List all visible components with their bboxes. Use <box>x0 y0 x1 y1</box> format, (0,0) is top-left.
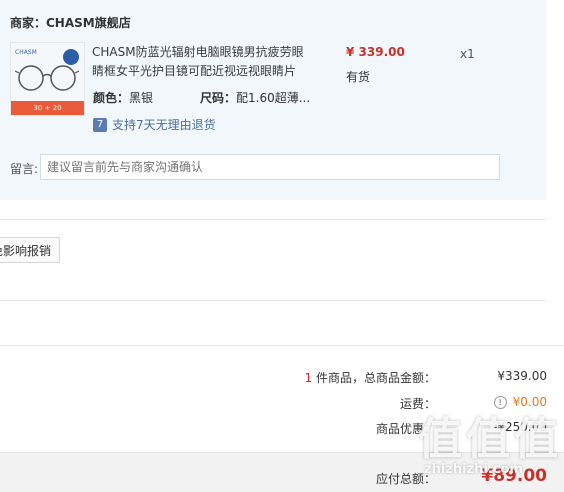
unit-price: ¥ 339.00 <box>346 45 405 59</box>
invoice-button-label: 免影响报销 <box>0 243 52 258</box>
seven-day-return-icon: 7 <box>93 117 107 132</box>
goods-count-line: 1 件商品，总商品金额： <box>305 369 436 386</box>
thumbnail-brand: CHASM <box>15 49 37 56</box>
thumbnail-promo: 30 ÷ 20 <box>11 101 84 115</box>
product-thumbnail[interactable]: CHASM 30 ÷ 20 <box>10 42 85 116</box>
stock-status: 有货 <box>346 70 371 84</box>
divider <box>0 345 564 346</box>
watermark-logo: 值值值 <box>418 414 562 465</box>
divider <box>0 300 546 301</box>
message-input[interactable] <box>40 154 500 180</box>
quantity: x1 <box>460 47 475 61</box>
divider <box>0 219 546 220</box>
color-key: 颜色： <box>93 91 130 105</box>
return-policy[interactable]: 7 支持7天无理由退货 <box>93 116 216 133</box>
return-policy-text: 支持7天无理由退货 <box>112 118 216 132</box>
size-value: 配1.60超薄... <box>236 91 311 105</box>
eyeglasses-icon <box>15 65 79 91</box>
product-title[interactable]: CHASM防蓝光辐射电脑眼镜男抗疲劳眼 睛框女平光护目镜可配近视远视眼睛片 <box>92 43 306 81</box>
invoice-button[interactable]: 免影响报销 <box>0 237 61 263</box>
goods-total-label: 件商品，总商品金额： <box>315 371 436 385</box>
message-label: 留言: <box>10 162 39 176</box>
order-panel: 商家：CHASM旗舰店 CHASM 30 ÷ 20 CHASM防蓝光辐射电脑眼镜… <box>0 0 546 200</box>
color-attribute: 颜色：黑银 <box>93 89 153 106</box>
goods-count: 1 <box>304 371 313 385</box>
seller-name[interactable]: 商家：CHASM旗舰店 <box>10 14 131 31</box>
color-value: 黑银 <box>129 91 154 105</box>
size-attribute: 尺码：配1.60超薄... <box>200 89 310 106</box>
goods-total-value: ¥339.00 <box>497 369 547 383</box>
size-key: 尺码： <box>200 91 237 105</box>
watermark-url: zhizhizhi.com <box>424 462 523 477</box>
